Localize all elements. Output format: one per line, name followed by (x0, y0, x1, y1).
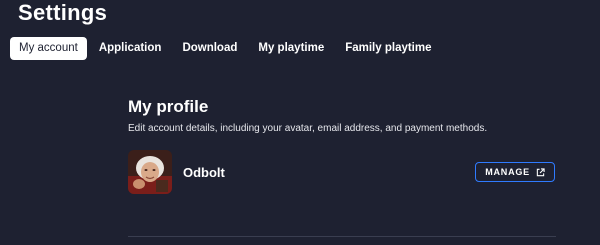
manage-button[interactable]: MANAGE (475, 162, 555, 182)
settings-tabs: My account Application Download My playt… (10, 37, 444, 60)
tab-application[interactable]: Application (90, 37, 171, 60)
username: Odbolt (183, 164, 225, 180)
divider (128, 236, 556, 237)
external-link-icon (536, 167, 545, 177)
avatar (128, 150, 172, 194)
manage-button-label: MANAGE (485, 167, 530, 177)
profile-row: Odbolt MANAGE (128, 150, 556, 194)
profile-section-header: My profile Edit account details, includi… (128, 96, 556, 135)
section-title: My profile (128, 97, 209, 116)
avatar-image (128, 150, 172, 194)
section-subtitle: Edit account details, including your ava… (128, 123, 488, 134)
page-title: Settings (18, 0, 108, 25)
tab-my-account[interactable]: My account (10, 37, 87, 60)
tab-download[interactable]: Download (173, 37, 246, 60)
tab-family-playtime[interactable]: Family playtime (336, 37, 440, 60)
tab-my-playtime[interactable]: My playtime (249, 37, 333, 60)
